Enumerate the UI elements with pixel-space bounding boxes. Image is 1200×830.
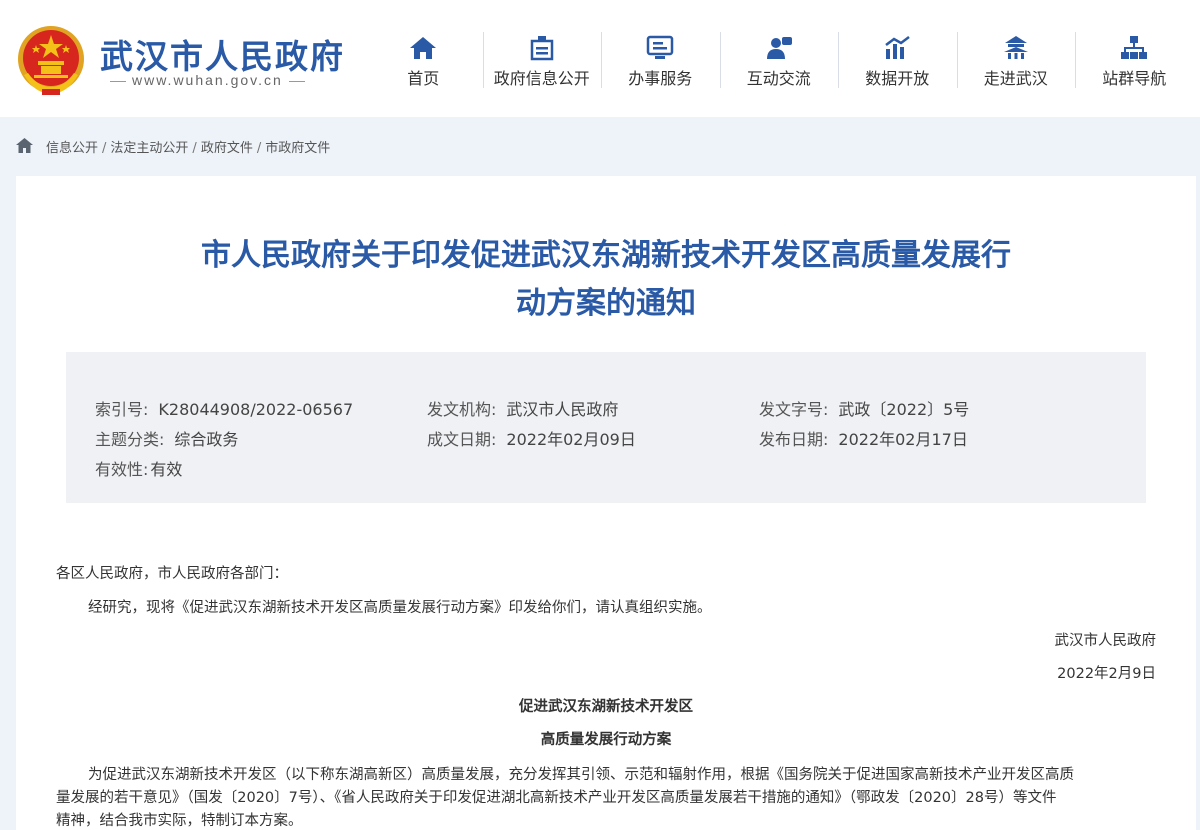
nav-item-open-data[interactable]: 数据开放 <box>838 28 957 92</box>
meta-key: 有效性: <box>95 460 149 479</box>
paragraph: 量发展的若干意见》（国发〔2020〕7号）、《省人民政府关于印发促进湖北高新技术… <box>56 790 1057 806</box>
home-icon[interactable] <box>16 138 33 153</box>
meta-topic: 主题分类: 综合政务 <box>95 426 238 450</box>
document-meta-panel: 索引号: K28044908/2022-06567 发文机构: 武汉市人民政府 发文… <box>66 352 1146 503</box>
site-url: www.wuhan.gov.cn <box>104 72 311 88</box>
meta-value: 有效 <box>150 460 183 479</box>
breadcrumb: 信息公开 / 法定主动公开 / 政府文件 / 市政府文件 <box>46 141 331 156</box>
data-chart-icon <box>885 36 910 59</box>
meta-key: 主题分类: <box>95 430 165 449</box>
plan-title: 促进武汉东湖新技术开发区 <box>519 699 693 715</box>
meta-issuer: 发文机构: 武汉市人民政府 <box>427 396 618 420</box>
paragraph: 为促进武汉东湖新技术开发区（以下称东湖高新区）高质量发展，充分发挥其引领、示范和… <box>88 767 1074 783</box>
meta-docno: 发文字号: 武政〔2022〕5号 <box>759 396 969 420</box>
meta-index: 索引号: K28044908/2022-06567 <box>95 396 353 420</box>
interaction-icon <box>766 37 792 59</box>
breadcrumb-link[interactable]: 市政府文件 <box>265 141 330 156</box>
meta-validity: 有效性: 有效 <box>95 456 182 480</box>
nav-label: 站群导航 <box>1102 69 1167 88</box>
nav-label: 办事服务 <box>628 69 693 88</box>
sign-date: 2022年2月9日 <box>1057 666 1156 682</box>
nav-label: 走进武汉 <box>983 69 1048 88</box>
paragraph: 经研究，现将《促进武汉东湖新技术开发区高质量发展行动方案》印发给你们，请认真组织… <box>88 600 712 616</box>
meta-published-date: 发布日期: 2022年02月17日 <box>759 426 968 450</box>
home-icon <box>410 37 437 59</box>
nav-item-interaction[interactable]: 互动交流 <box>719 28 839 92</box>
meta-value: 武政〔2022〕5号 <box>838 400 970 419</box>
site-name[interactable]: 武汉市人民政府 <box>100 30 345 78</box>
nav-label: 首页 <box>407 69 440 88</box>
meta-value: 2022年02月09日 <box>506 430 636 449</box>
sitemap-icon <box>1121 36 1148 59</box>
meta-key: 索引号: <box>95 400 149 419</box>
meta-value: K28044908/2022-06567 <box>158 400 354 419</box>
paragraph: 精神，结合我市实际，特制订本方案。 <box>56 813 303 829</box>
main-nav: 首页 政府信息公开 办事服务 互动交流 数据开放 走进武汉 站群导航 <box>364 28 1194 92</box>
nav-label: 数据开放 <box>865 69 930 88</box>
national-emblem-icon[interactable] <box>16 25 86 97</box>
meta-value: 武汉市人民政府 <box>506 400 619 419</box>
nav-item-service[interactable]: 办事服务 <box>601 28 720 92</box>
meta-value: 综合政务 <box>174 430 239 449</box>
meta-key: 成文日期: <box>427 430 497 449</box>
meta-key: 发布日期: <box>759 430 829 449</box>
nav-item-home[interactable]: 首页 <box>364 28 483 92</box>
nav-item-info-disclosure[interactable]: 政府信息公开 <box>482 28 602 92</box>
plan-subtitle: 高质量发展行动方案 <box>540 732 672 748</box>
meta-created-date: 成文日期: 2022年02月09日 <box>427 426 636 450</box>
pavilion-icon <box>1003 36 1028 59</box>
article-card: 市人民政府关于印发促进武汉东湖新技术开发区高质量发展行 动方案的通知 索引号: K… <box>16 176 1196 830</box>
meta-key: 发文机构: <box>427 400 497 419</box>
article-title-line: 动方案的通知 <box>516 286 696 321</box>
meta-key: 发文字号: <box>759 400 829 419</box>
nav-item-sitemap[interactable]: 站群导航 <box>1075 28 1194 92</box>
breadcrumb-bar: 信息公开 / 法定主动公开 / 政府文件 / 市政府文件 <box>0 117 1200 176</box>
breadcrumb-link[interactable]: 政府文件 <box>201 141 253 156</box>
nav-item-about-wuhan[interactable]: 走进武汉 <box>956 28 1076 92</box>
nav-label: 互动交流 <box>746 69 811 88</box>
service-icon <box>647 35 674 59</box>
salutation: 各区人民政府，市人民政府各部门： <box>56 566 288 582</box>
article-title: 市人民政府关于印发促进武汉东湖新技术开发区高质量发展行 动方案的通知 <box>56 232 1156 328</box>
breadcrumb-link[interactable]: 信息公开 <box>46 141 98 156</box>
site-header: 武汉市人民政府 www.wuhan.gov.cn 首页 政府信息公开 办事服务 … <box>0 0 1200 117</box>
article-title-line: 市人民政府关于印发促进武汉东湖新技术开发区高质量发展行 <box>201 238 1011 273</box>
meta-value: 2022年02月17日 <box>838 430 968 449</box>
nav-label: 政府信息公开 <box>493 69 590 88</box>
breadcrumb-link[interactable]: 法定主动公开 <box>110 141 188 156</box>
info-disclosure-icon <box>530 36 553 61</box>
signature: 武汉市人民政府 <box>1054 633 1157 649</box>
